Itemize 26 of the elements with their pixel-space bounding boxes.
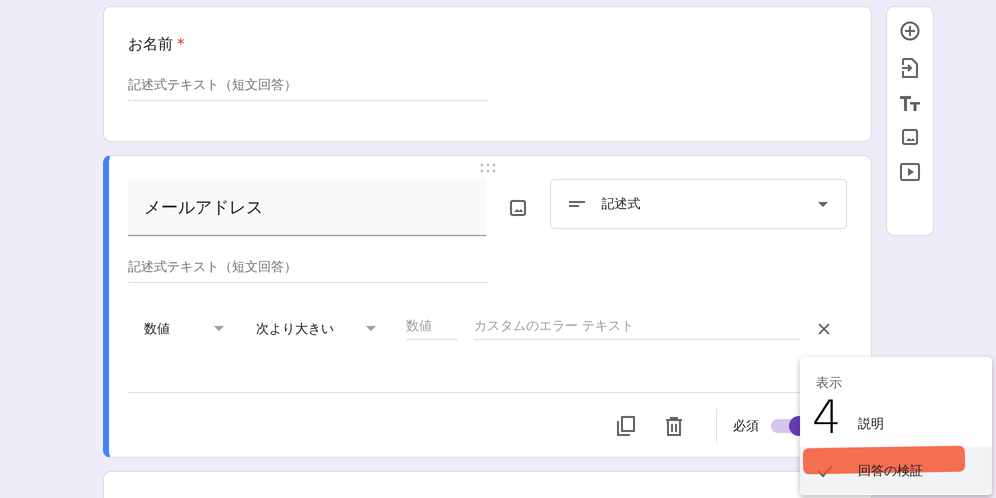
question-title-field[interactable]: メールアドレス: [128, 179, 486, 236]
dropdown-arrow-icon: [818, 202, 828, 206]
text-size-icon[interactable]: [900, 95, 920, 111]
required-label: 必須: [733, 418, 759, 435]
answer-field: 記述式テキスト（短文回答）: [128, 258, 488, 283]
menu-header: 表示: [815, 375, 843, 393]
dropdown-arrow-icon: [366, 326, 376, 331]
question-title: お名前: [128, 35, 173, 54]
trash-icon[interactable]: [666, 416, 682, 436]
import-icon[interactable]: [902, 58, 918, 78]
video-icon[interactable]: [900, 163, 920, 181]
menu-item[interactable]: 説明: [858, 414, 884, 432]
handwritten-number: 4: [812, 394, 842, 440]
image-icon[interactable]: [509, 198, 528, 216]
add-icon[interactable]: [900, 21, 920, 41]
dropdown-arrow-icon: [214, 326, 224, 331]
validation-type-dropdown[interactable]: 数値: [128, 320, 224, 338]
condition-dropdown[interactable]: 次より大きい: [256, 320, 376, 338]
answer-field: 記述式テキスト（短文回答）: [128, 76, 488, 101]
required-mark: *: [177, 35, 184, 53]
short-text-icon: [569, 201, 586, 207]
drag-handle-icon[interactable]: [480, 163, 496, 173]
close-icon[interactable]: [817, 322, 831, 336]
copy-icon[interactable]: [617, 416, 635, 436]
question-type-dropdown[interactable]: 記述式: [550, 179, 847, 229]
image-icon[interactable]: [901, 128, 919, 146]
